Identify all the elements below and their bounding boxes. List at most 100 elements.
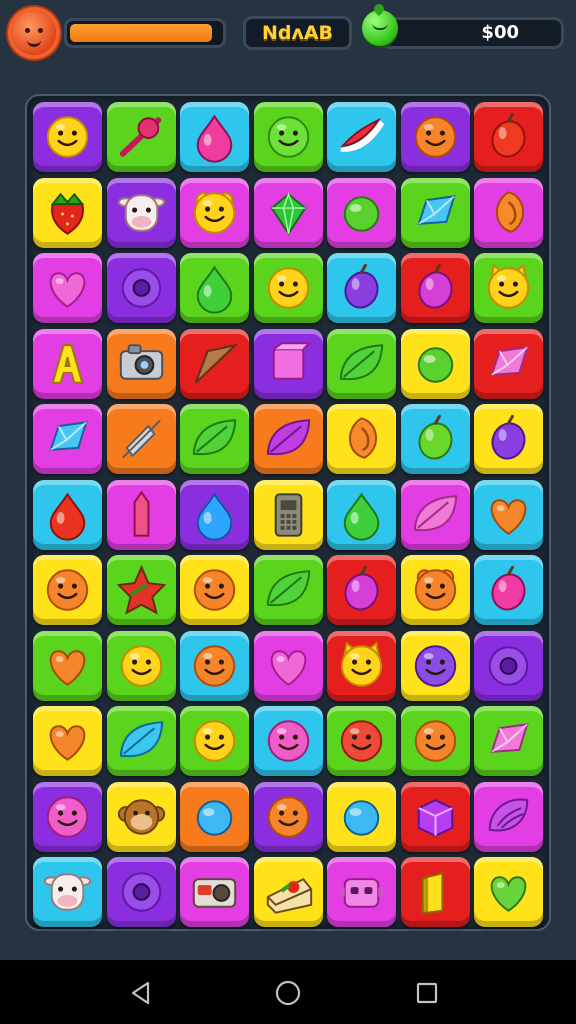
tile-green-heart[interactable] bbox=[474, 857, 543, 927]
blue-drop-icon bbox=[196, 491, 233, 541]
tile-smiley-yellow[interactable] bbox=[33, 102, 102, 172]
tile-camera[interactable] bbox=[106, 328, 176, 399]
tile-pink-candy[interactable] bbox=[474, 706, 543, 776]
tile-smiley-pink[interactable] bbox=[253, 706, 323, 776]
tile-orange-heart[interactable] bbox=[33, 706, 102, 776]
tile-cat-yellow[interactable] bbox=[327, 630, 396, 701]
tile-blue-leaf[interactable] bbox=[106, 706, 176, 776]
tile-cake-slice[interactable] bbox=[253, 857, 323, 927]
green-drop-icon bbox=[343, 491, 380, 541]
pink-berry-icon bbox=[491, 565, 526, 611]
tile-red-star[interactable] bbox=[106, 555, 176, 625]
tile-green-plum[interactable] bbox=[400, 404, 470, 474]
tile-blue-crystal[interactable] bbox=[400, 177, 470, 248]
tile-orange-shell[interactable] bbox=[474, 177, 543, 248]
tile-smiley-orange[interactable] bbox=[33, 555, 102, 625]
tile-yellow-bar[interactable] bbox=[400, 857, 470, 927]
tile-heart-pink[interactable] bbox=[253, 630, 323, 701]
tile-blue-ball[interactable] bbox=[180, 781, 249, 852]
tile-camera-red[interactable] bbox=[180, 857, 249, 927]
smiley-yellow-icon bbox=[120, 644, 162, 687]
tile-purple-plum[interactable] bbox=[327, 253, 396, 323]
tile-smiley-yellow[interactable] bbox=[180, 706, 249, 776]
tile-smiley-orange[interactable] bbox=[253, 781, 323, 852]
tile-purple-leaf[interactable] bbox=[253, 404, 323, 474]
tile-watermelon-slice[interactable] bbox=[327, 102, 396, 172]
tile-purple-ring[interactable] bbox=[106, 253, 176, 323]
purple-shell-icon bbox=[488, 798, 529, 831]
tile-smiley-pink[interactable] bbox=[33, 781, 102, 852]
tile-green-ball[interactable] bbox=[400, 328, 470, 399]
recent-apps-icon[interactable] bbox=[412, 978, 442, 1008]
tile-smiley-red[interactable] bbox=[327, 706, 396, 776]
tile-orange-heart[interactable] bbox=[474, 479, 543, 550]
tile-blue-crystal[interactable] bbox=[33, 404, 102, 474]
tile-green-ball[interactable] bbox=[327, 177, 396, 248]
tile-orange-shell[interactable] bbox=[327, 404, 396, 474]
tile-bear-yellow[interactable] bbox=[180, 177, 249, 248]
tile-pink-cube[interactable] bbox=[253, 328, 323, 399]
tile-smiley-orange[interactable] bbox=[400, 706, 470, 776]
tile-cow-face[interactable] bbox=[106, 177, 176, 248]
tile-green-drop[interactable] bbox=[180, 253, 249, 323]
purple-leaf-icon bbox=[266, 419, 310, 456]
back-icon[interactable] bbox=[126, 978, 156, 1008]
tile-smiley-green[interactable] bbox=[253, 102, 323, 172]
cat-yellow-icon bbox=[340, 641, 383, 687]
tile-red-berry[interactable] bbox=[33, 479, 102, 550]
tile-pink-crystal[interactable] bbox=[106, 479, 176, 550]
tile-smiley-orange[interactable] bbox=[180, 555, 249, 625]
home-icon[interactable] bbox=[273, 978, 303, 1008]
tile-purple-plum[interactable] bbox=[474, 404, 543, 474]
tile-pink-berry[interactable] bbox=[474, 555, 543, 625]
tile-green-leaf[interactable] bbox=[327, 328, 396, 399]
tile-heart-pink[interactable] bbox=[33, 253, 102, 323]
tile-monkey-face[interactable] bbox=[106, 781, 176, 852]
green-leaf-icon bbox=[339, 343, 384, 380]
tile-smiley-purple[interactable] bbox=[400, 630, 470, 701]
tile-purple-ring[interactable] bbox=[474, 630, 543, 701]
sun-mascot-icon[interactable] bbox=[12, 11, 56, 55]
tile-blue-ball[interactable] bbox=[327, 781, 396, 852]
orange-shell-icon bbox=[349, 417, 377, 459]
tile-purple-cube[interactable] bbox=[400, 781, 470, 852]
tile-orange-heart[interactable] bbox=[33, 630, 102, 701]
tile-pink-robot[interactable] bbox=[327, 857, 396, 927]
green-drop-icon bbox=[196, 265, 233, 314]
green-gem-icon[interactable] bbox=[362, 10, 398, 46]
smiley-orange-icon bbox=[414, 116, 456, 158]
tile-purple-shell[interactable] bbox=[474, 781, 543, 852]
tile-green-gem[interactable] bbox=[253, 177, 323, 248]
tile-blue-drop[interactable] bbox=[180, 479, 249, 550]
tile-pink-leaf[interactable] bbox=[400, 479, 470, 550]
tile-brown-arrow[interactable] bbox=[180, 328, 249, 399]
tile-pink-drop[interactable] bbox=[180, 102, 249, 172]
tile-cat-yellow[interactable] bbox=[474, 253, 543, 323]
green-leaf-icon bbox=[192, 419, 237, 456]
tile-green-drop[interactable] bbox=[327, 479, 396, 550]
coin-counter[interactable]: $00 bbox=[380, 17, 564, 49]
heart-pink-icon bbox=[49, 272, 86, 308]
tile-candy-stick[interactable] bbox=[106, 102, 176, 172]
tile-pink-candy[interactable] bbox=[474, 328, 543, 399]
tile-cow-face[interactable] bbox=[33, 857, 102, 927]
tile-bear-orange[interactable] bbox=[400, 555, 470, 625]
tile-silver-arrow[interactable] bbox=[106, 404, 176, 474]
tile-phone[interactable] bbox=[253, 479, 323, 550]
tile-green-leaf[interactable] bbox=[253, 555, 323, 625]
pink-crystal-icon bbox=[133, 490, 149, 537]
tile-smiley-orange[interactable] bbox=[400, 102, 470, 172]
tile-red-fruit[interactable] bbox=[474, 102, 543, 172]
tile-strawberry[interactable] bbox=[33, 177, 102, 248]
smiley-pink-icon bbox=[46, 795, 89, 838]
tile-purple-ring[interactable] bbox=[106, 857, 176, 927]
tile-yellow-letter-a[interactable] bbox=[33, 328, 102, 399]
tile-smiley-orange[interactable] bbox=[180, 630, 249, 701]
tile-smiley-yellow[interactable] bbox=[106, 630, 176, 701]
tile-smiley-yellow[interactable] bbox=[253, 253, 323, 323]
tile-purple-berry[interactable] bbox=[327, 555, 396, 625]
tile-purple-berry[interactable] bbox=[400, 253, 470, 323]
camera-red-icon bbox=[192, 878, 237, 908]
smiley-orange-icon bbox=[46, 569, 89, 611]
tile-green-leaf[interactable] bbox=[180, 404, 249, 474]
